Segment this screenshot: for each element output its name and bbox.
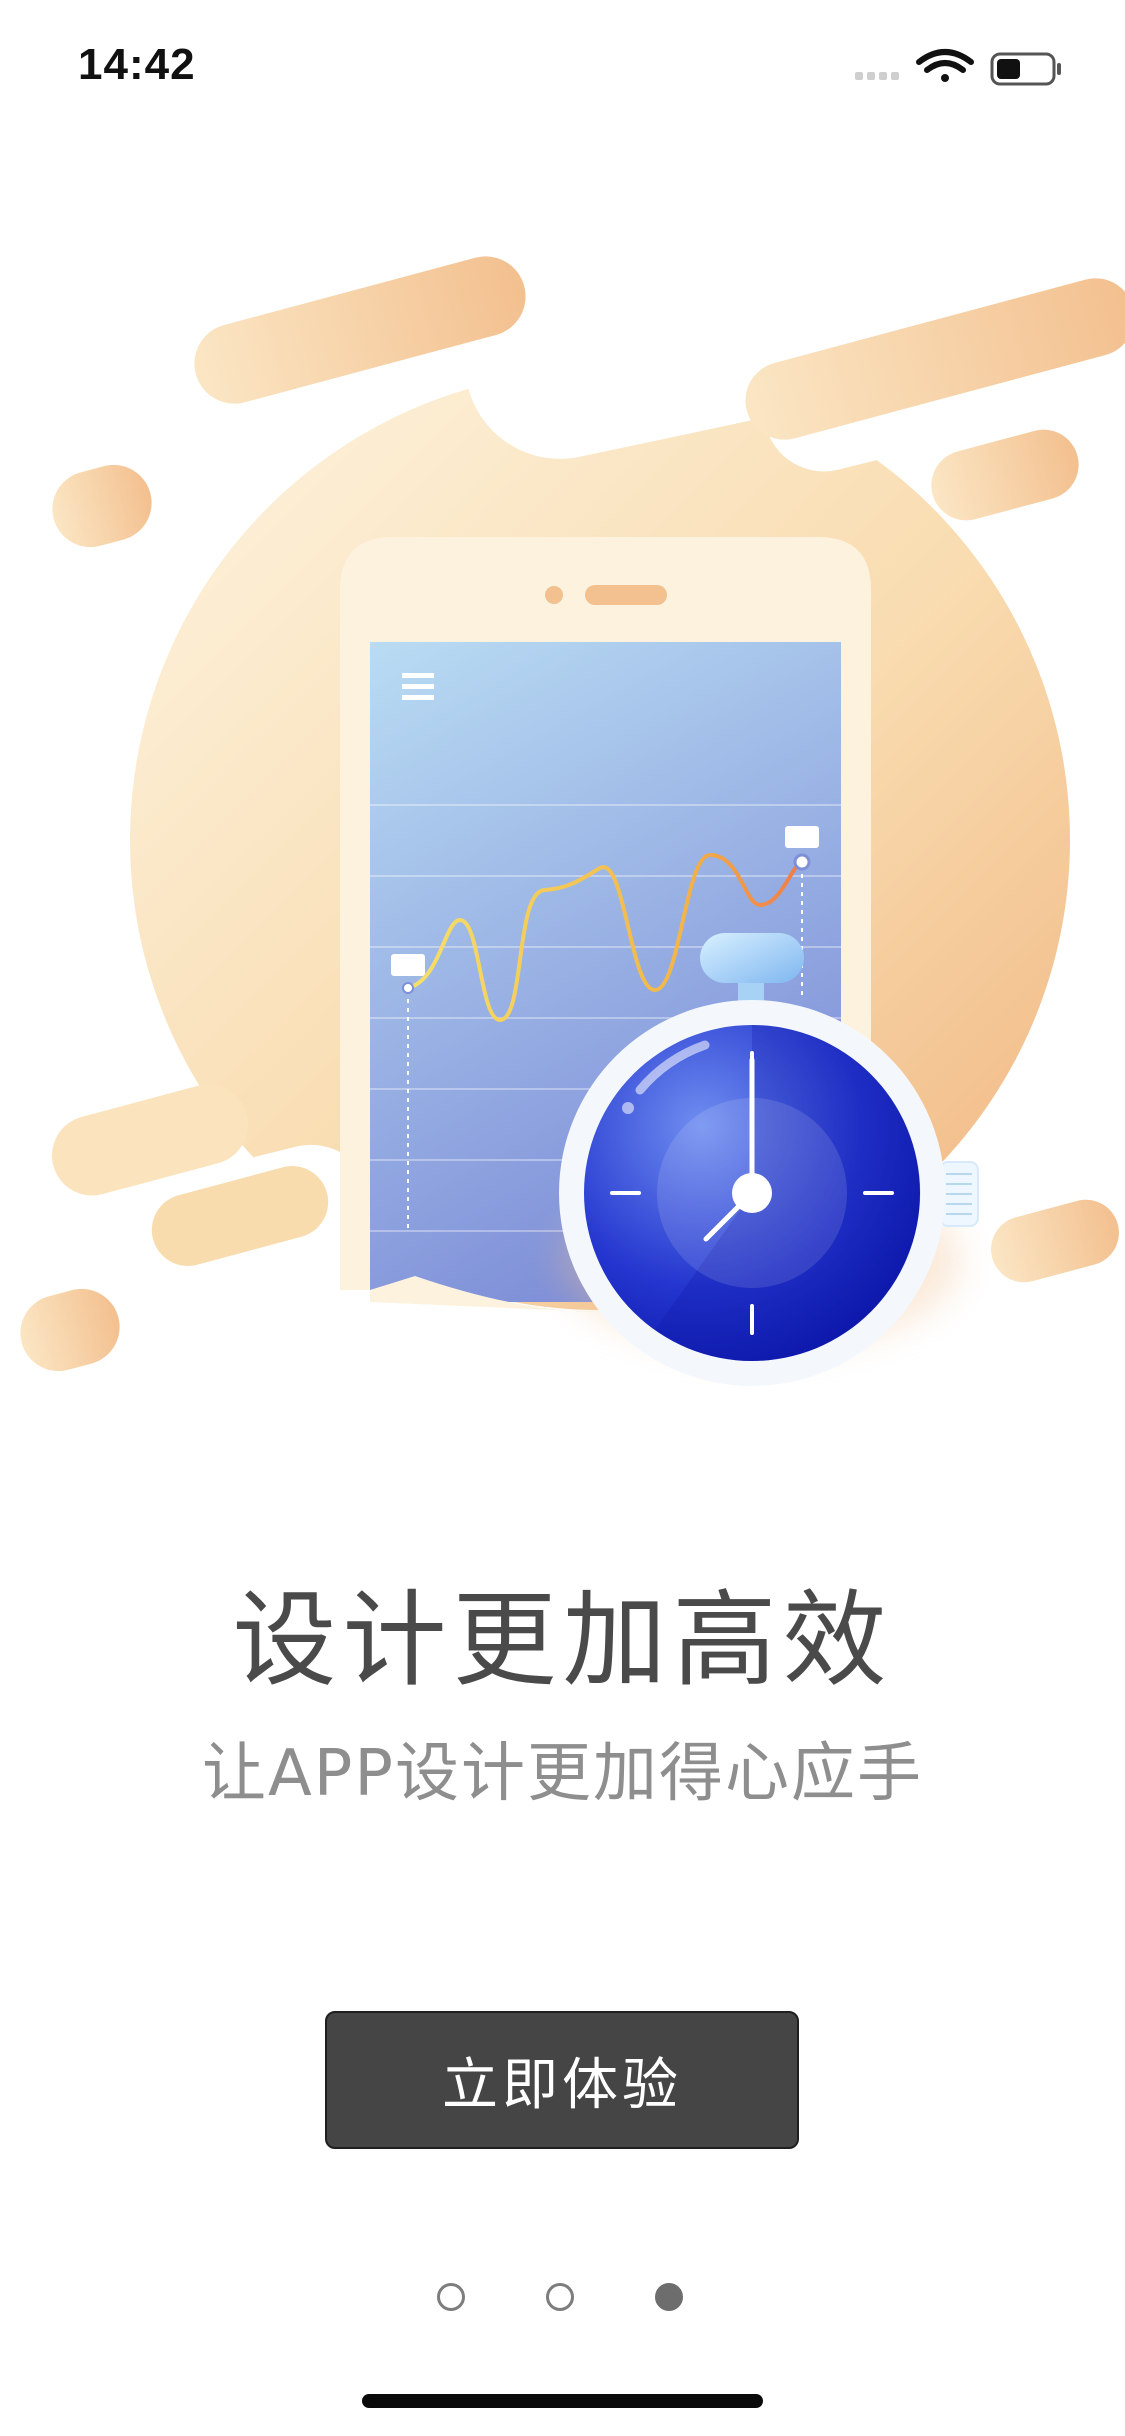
page-dot-active[interactable] <box>655 2283 683 2311</box>
home-indicator[interactable] <box>362 2394 763 2408</box>
signal-icon <box>855 72 899 80</box>
battery-icon <box>990 52 1061 86</box>
page-indicator <box>0 2283 1125 2317</box>
hero-illustration <box>0 171 1125 1480</box>
chart-marker-start <box>391 954 425 976</box>
page-dot[interactable] <box>437 2283 465 2311</box>
page-subtitle: 让APP设计更加得心应手 <box>202 1737 923 1811</box>
status-bar: 14:42 <box>0 0 1125 140</box>
try-now-button[interactable]: 立即体验 <box>325 2011 799 2149</box>
status-icons <box>855 48 1075 88</box>
page-title: 设计更加高效 <box>232 1579 893 1701</box>
page-dot[interactable] <box>546 2283 574 2311</box>
hamburger-menu-icon <box>402 673 434 700</box>
status-time: 14:42 <box>78 40 196 89</box>
wifi-icon <box>916 49 974 82</box>
chart-marker-end <box>785 826 819 848</box>
